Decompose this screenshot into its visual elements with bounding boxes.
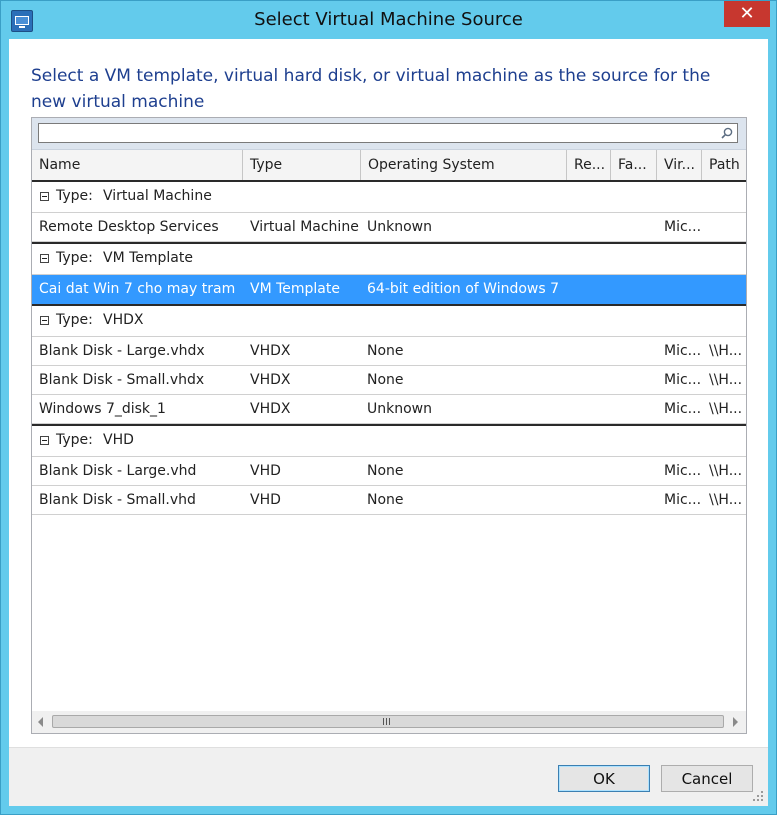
cell-path: \\H... — [709, 372, 743, 388]
cell-type: Virtual Machine — [250, 219, 359, 235]
cell-name: Blank Disk - Small.vhdx — [39, 372, 205, 388]
column-header-type[interactable]: Type — [243, 150, 361, 180]
horizontal-scrollbar[interactable] — [32, 711, 746, 733]
group-value: VM Template — [103, 250, 193, 266]
column-header-name[interactable]: Name — [32, 150, 243, 180]
cell-path: \\H... — [709, 492, 743, 508]
grip-icon — [383, 718, 390, 725]
group-header-virtual-machine[interactable]: Type: Virtual Machine — [32, 182, 746, 213]
cell-type: VHDX — [250, 343, 291, 359]
group-value: VHD — [103, 432, 134, 448]
cell-type: VM Template — [250, 281, 340, 297]
column-header-fa[interactable]: Fa... — [611, 150, 657, 180]
cell-type: VHDX — [250, 401, 291, 417]
cancel-button[interactable]: Cancel — [661, 765, 753, 792]
column-header-vir[interactable]: Vir... — [657, 150, 702, 180]
collapse-icon[interactable] — [40, 436, 49, 445]
dialog-body: Select a VM template, virtual hard disk,… — [9, 39, 768, 806]
group-header-vm-template[interactable]: Type: VM Template — [32, 244, 746, 275]
scroll-right-icon[interactable] — [733, 717, 738, 727]
group-header-vhdx[interactable]: Type: VHDX — [32, 306, 746, 337]
cell-vir: Mic... — [664, 401, 702, 417]
cell-vir: Mic... — [664, 372, 702, 388]
table-row[interactable]: Blank Disk - Large.vhd VHD None Mic... \… — [32, 457, 746, 486]
cell-os: None — [367, 343, 404, 359]
group-label: Type: — [56, 432, 93, 448]
dialog-title: Select Virtual Machine Source — [254, 9, 523, 30]
cell-type: VHD — [250, 463, 281, 479]
cell-os: None — [367, 372, 404, 388]
source-grid: Name Type Operating System Re... Fa... V… — [31, 117, 747, 734]
table-row[interactable]: Blank Disk - Small.vhdx VHDX None Mic...… — [32, 366, 746, 395]
cell-path: \\H... — [709, 463, 743, 479]
group-label: Type: — [56, 188, 93, 204]
group-value: VHDX — [103, 312, 144, 328]
collapse-icon[interactable] — [40, 316, 49, 325]
group-header-vhd[interactable]: Type: VHD — [32, 426, 746, 457]
table-row[interactable]: Windows 7_disk_1 VHDX Unknown Mic... \\H… — [32, 395, 746, 424]
cell-type: VHDX — [250, 372, 291, 388]
cell-vir: Mic... — [664, 492, 702, 508]
scroll-left-icon[interactable] — [38, 717, 43, 727]
cell-name: Blank Disk - Small.vhd — [39, 492, 196, 508]
cell-vir: Mic... — [664, 219, 702, 235]
search-bar — [32, 118, 746, 150]
cell-vir: Mic... — [664, 343, 702, 359]
column-header-os[interactable]: Operating System — [361, 150, 567, 180]
cell-type: VHD — [250, 492, 281, 508]
group-label: Type: — [56, 250, 93, 266]
group-label: Type: — [56, 312, 93, 328]
search-input[interactable] — [38, 123, 738, 143]
cell-os: None — [367, 463, 404, 479]
column-header-re[interactable]: Re... — [567, 150, 611, 180]
close-button[interactable]: ✕ — [724, 1, 770, 27]
instruction-text: Select a VM template, virtual hard disk,… — [31, 66, 711, 112]
cell-name: Cai dat Win 7 cho may tram — [39, 281, 236, 297]
title-bar[interactable]: Select Virtual Machine Source ✕ — [1, 1, 776, 39]
table-row[interactable]: Remote Desktop Services Virtual Machine … — [32, 213, 746, 242]
cell-os: Unknown — [367, 401, 432, 417]
cell-path: \\H... — [709, 401, 743, 417]
ok-button[interactable]: OK — [558, 765, 650, 792]
search-icon[interactable] — [720, 126, 734, 140]
cell-name: Blank Disk - Large.vhd — [39, 463, 197, 479]
column-header-path[interactable]: Path — [702, 150, 746, 180]
column-header: Name Type Operating System Re... Fa... V… — [32, 150, 746, 182]
scrollbar-thumb[interactable] — [52, 715, 724, 728]
cell-os: Unknown — [367, 219, 432, 235]
cell-path: \\H... — [709, 343, 743, 359]
table-row-selected[interactable]: Cai dat Win 7 cho may tram VM Template 6… — [32, 275, 746, 304]
button-bar: OK Cancel — [9, 747, 768, 806]
cell-vir: Mic... — [664, 463, 702, 479]
group-value: Virtual Machine — [103, 188, 212, 204]
resize-grip-icon[interactable] — [752, 790, 764, 802]
cell-os: 64-bit edition of Windows 7 — [367, 281, 560, 297]
dialog-window: Select Virtual Machine Source ✕ Select a… — [0, 0, 777, 815]
collapse-icon[interactable] — [40, 254, 49, 263]
cell-name: Windows 7_disk_1 — [39, 401, 166, 417]
table-row[interactable]: Blank Disk - Small.vhd VHD None Mic... \… — [32, 486, 746, 515]
collapse-icon[interactable] — [40, 192, 49, 201]
cell-os: None — [367, 492, 404, 508]
cell-name: Remote Desktop Services — [39, 219, 219, 235]
table-row[interactable]: Blank Disk - Large.vhdx VHDX None Mic...… — [32, 337, 746, 366]
cell-name: Blank Disk - Large.vhdx — [39, 343, 205, 359]
